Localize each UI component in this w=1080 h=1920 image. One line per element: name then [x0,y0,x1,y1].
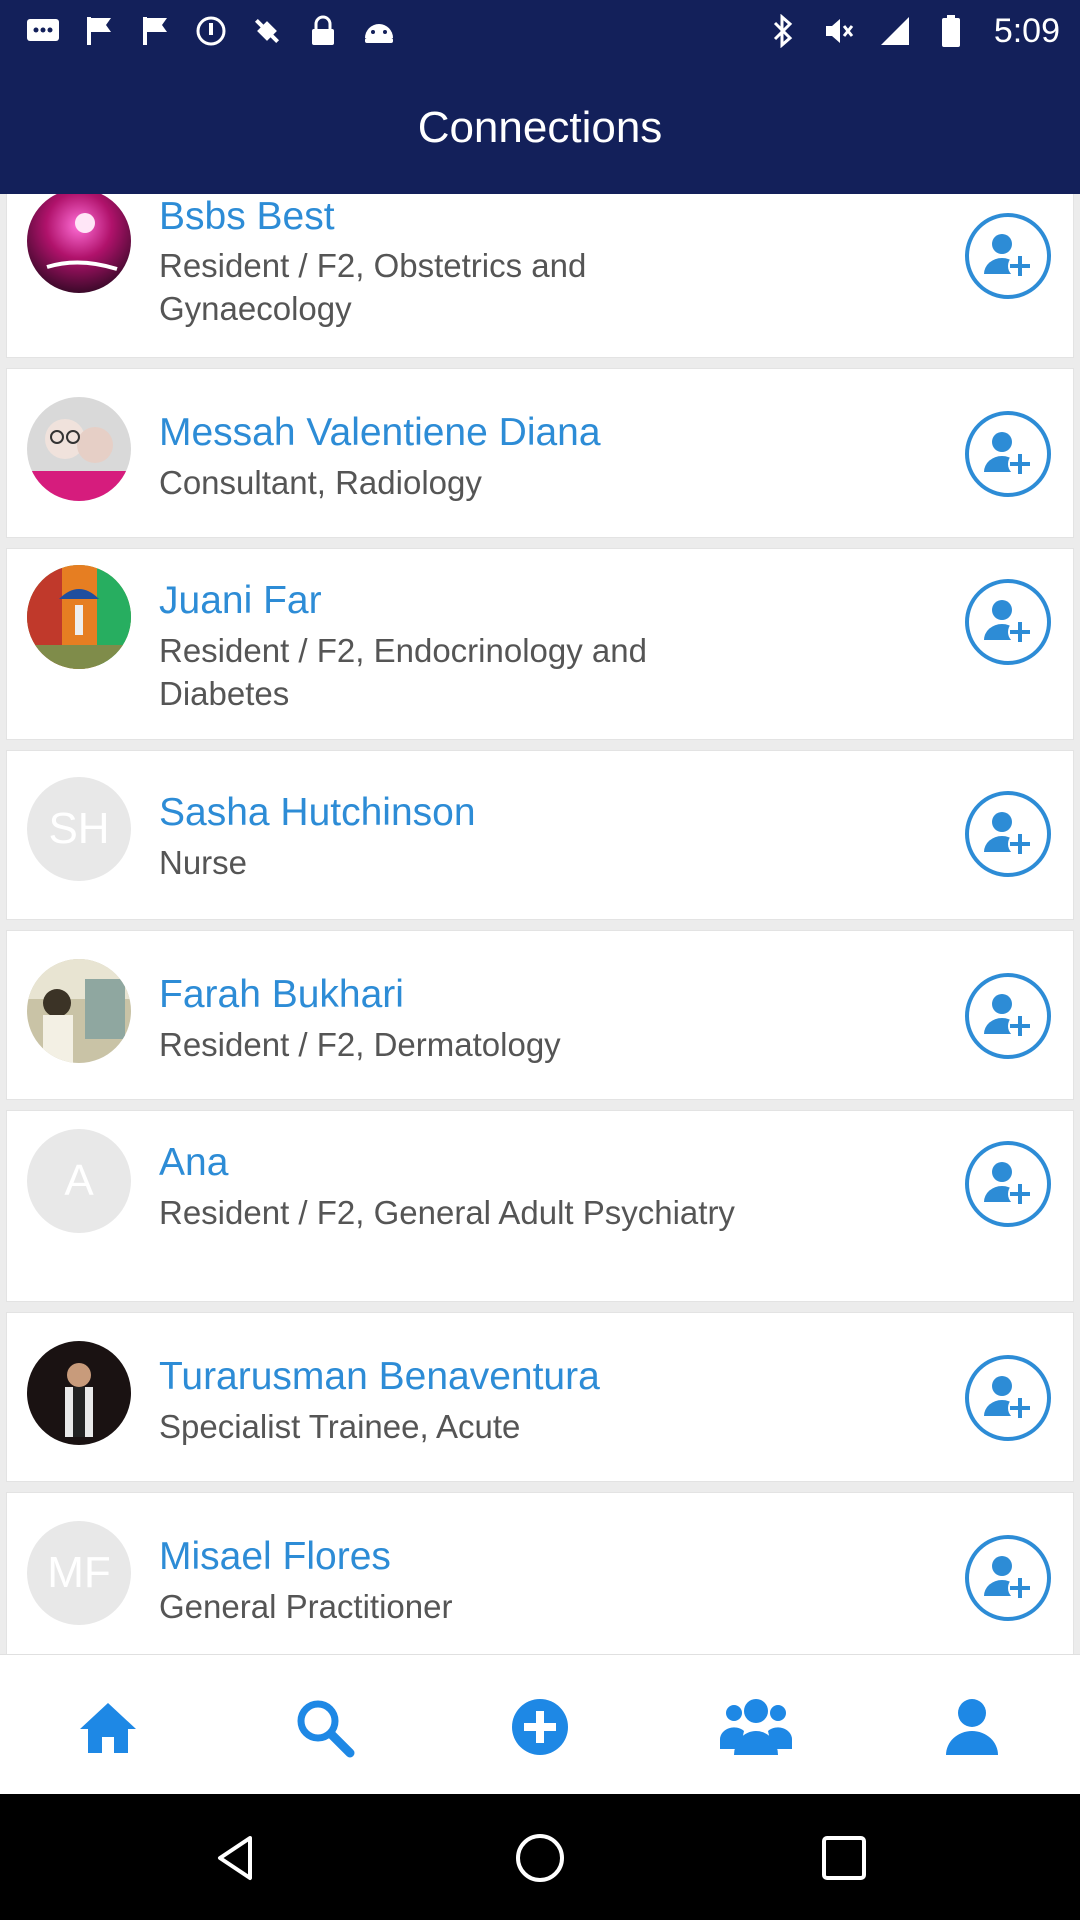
flag-icon [138,14,172,48]
add-circle-icon [512,1699,568,1755]
add-user-icon [984,1162,1032,1206]
fake-gps-icon [250,14,284,48]
connection-role: Consultant, Radiology [159,464,482,501]
connection-role: Nurse [159,844,248,881]
add-user-icon [984,432,1032,476]
avatar[interactable] [27,959,131,1063]
connection-name[interactable]: Ana [159,1141,228,1185]
list-item[interactable]: A Ana Resident / F2, General Adult Psych… [6,1110,1074,1302]
list-item[interactable]: MF Misael Flores General Practitioner [6,1492,1074,1654]
add-user-icon [984,600,1032,644]
avatar[interactable] [27,1341,131,1445]
bluetooth-icon [766,14,800,48]
system-navigation-bar [0,1794,1080,1920]
connection-role: Resident / F2, Endocrinology and Diabete… [159,632,647,712]
add-connection-button[interactable] [965,1141,1051,1227]
users-icon [720,1699,792,1755]
tab-add[interactable] [504,1691,576,1763]
add-user-icon [984,994,1032,1038]
add-connection-button[interactable] [965,791,1051,877]
list-item[interactable]: Messah Valentiene Diana Consultant, Radi… [6,368,1074,538]
avatar[interactable] [27,194,131,293]
back-icon [218,1836,252,1880]
status-notification-icons [26,14,396,48]
home-nav-button[interactable] [514,1832,566,1884]
add-user-icon [984,1556,1032,1600]
connection-role: Resident / F2, General Adult Psychiatry [159,1194,735,1231]
connection-name[interactable]: Juani Far [159,579,322,623]
add-connection-button[interactable] [965,1355,1051,1441]
page-title: Connections [417,103,663,152]
back-button[interactable] [210,1832,262,1884]
add-user-icon [984,1376,1032,1420]
connection-name[interactable]: Farah Bukhari [159,973,404,1017]
list-item[interactable]: Turarusman Benaventura Specialist Traine… [6,1312,1074,1482]
signal-icon [878,14,912,48]
search-icon [297,1700,355,1758]
status-time: 5:09 [993,11,1060,50]
bottom-tab-bar [0,1654,1080,1794]
add-user-icon [984,234,1032,278]
tab-connections[interactable] [720,1691,792,1763]
status-bar: 5:09 [0,0,1080,62]
add-connection-button[interactable] [965,579,1051,665]
tab-search[interactable] [288,1691,360,1763]
circle-dot-icon [194,14,228,48]
add-connection-button[interactable] [965,973,1051,1059]
avatar[interactable] [27,397,131,501]
list-item[interactable]: Juani Far Resident / F2, Endocrinology a… [6,548,1074,740]
avatar[interactable] [27,565,131,669]
home-icon [80,1703,136,1753]
user-icon [946,1699,998,1755]
list-item[interactable]: Bsbs Best Resident / F2, Obstetrics and … [6,194,1074,358]
avatar[interactable]: MF [27,1521,131,1625]
add-connection-button[interactable] [965,411,1051,497]
connection-role: Specialist Trainee, Acute [159,1408,521,1445]
mute-icon [822,14,856,48]
status-system-icons: 5:09 [766,12,1060,51]
connection-name[interactable]: Bsbs Best [159,195,335,239]
add-connection-button[interactable] [965,1535,1051,1621]
tab-profile[interactable] [936,1691,1008,1763]
battery-icon [934,14,968,48]
add-user-icon [984,812,1032,856]
list-item[interactable]: SH Sasha Hutchinson Nurse [6,750,1074,920]
connection-name[interactable]: Sasha Hutchinson [159,791,476,835]
connection-role: Resident / F2, Dermatology [159,1026,561,1063]
connections-list[interactable]: Bsbs Best Resident / F2, Obstetrics and … [0,194,1080,1654]
list-item[interactable]: Farah Bukhari Resident / F2, Dermatology [6,930,1074,1100]
recents-button[interactable] [818,1832,870,1884]
connection-role: General Practitioner [159,1588,453,1625]
avatar[interactable]: SH [27,777,131,881]
message-icon [26,14,60,48]
connection-name[interactable]: Turarusman Benaventura [159,1355,600,1399]
connection-role: Resident / F2, Obstetrics and Gynaecolog… [159,247,587,327]
android-icon [362,14,396,48]
connection-name[interactable]: Messah Valentiene Diana [159,411,601,455]
add-connection-button[interactable] [965,213,1051,299]
flag-icon [82,14,116,48]
app-header: Connections [0,62,1080,194]
lock-icon [306,14,340,48]
tab-home[interactable] [72,1691,144,1763]
circle-home-icon [516,1834,564,1882]
connection-name[interactable]: Misael Flores [159,1535,391,1579]
avatar[interactable]: A [27,1129,131,1233]
square-recents-icon [822,1836,866,1880]
